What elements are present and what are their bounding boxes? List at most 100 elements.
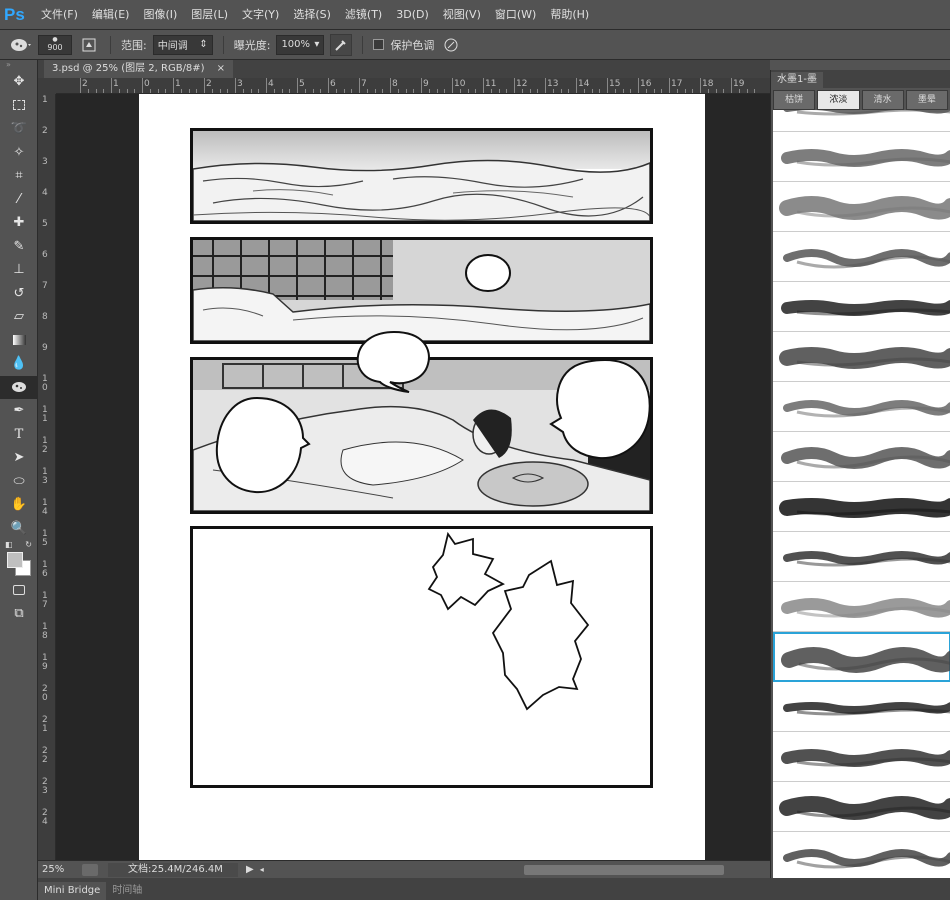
document-page bbox=[139, 94, 705, 860]
collapse-icon[interactable]: » bbox=[0, 60, 37, 70]
ruler-origin[interactable] bbox=[38, 78, 56, 94]
tab-mini-bridge[interactable]: Mini Bridge bbox=[38, 882, 107, 900]
brush-preset-7[interactable] bbox=[773, 432, 950, 482]
menu-image[interactable]: 图像(I) bbox=[136, 0, 184, 30]
blur-tool-icon[interactable]: 💧 bbox=[0, 352, 38, 376]
menu-file[interactable]: 文件(F) bbox=[34, 0, 85, 30]
menu-window[interactable]: 窗口(W) bbox=[488, 0, 543, 30]
ellipse-tool-icon[interactable]: ⬭ bbox=[0, 470, 38, 494]
zoom-level[interactable]: 25% bbox=[38, 864, 82, 875]
brush-preset-12[interactable] bbox=[773, 682, 950, 732]
swap-colors-icon[interactable]: ↻ bbox=[25, 540, 32, 550]
brush-preset-6[interactable] bbox=[773, 382, 950, 432]
brush-preset-3[interactable] bbox=[773, 232, 950, 282]
move-tool-icon[interactable]: ✥ bbox=[0, 70, 38, 94]
menu-layer[interactable]: 图层(L) bbox=[184, 0, 235, 30]
ruler-label: 24 bbox=[42, 808, 48, 827]
history-brush-tool-icon[interactable]: ↺ bbox=[0, 282, 38, 306]
menu-edit[interactable]: 编辑(E) bbox=[85, 0, 137, 30]
brush-preset-10[interactable] bbox=[773, 582, 950, 632]
eraser-tool-icon[interactable]: ▱ bbox=[0, 305, 38, 329]
ruler-label: 7 bbox=[361, 79, 367, 89]
magic-wand-tool-icon[interactable]: ✧ bbox=[0, 141, 38, 165]
default-colors-icon[interactable]: ◧ bbox=[5, 540, 13, 550]
ruler-label: 14 bbox=[42, 498, 48, 517]
brush-panel-toggle-icon[interactable] bbox=[78, 34, 100, 56]
type-tool-icon[interactable]: T bbox=[0, 423, 38, 447]
horizontal-scrollbar[interactable] bbox=[523, 864, 724, 875]
protect-tones-label: 保护色调 bbox=[390, 38, 435, 52]
burst-bubble-large bbox=[491, 559, 590, 711]
menu-select[interactable]: 选择(S) bbox=[286, 0, 338, 30]
ruler-tick bbox=[320, 89, 322, 93]
eyedropper-tool-icon[interactable]: ⁄ bbox=[0, 188, 38, 212]
status-menu-arrow-icon[interactable]: ▶ bbox=[246, 864, 254, 875]
panel-2-artwork bbox=[193, 240, 650, 341]
canvas-area[interactable] bbox=[56, 94, 770, 860]
brush-tab-1[interactable]: 浓淡 bbox=[817, 90, 860, 110]
crop-tool-icon[interactable]: ⌗ bbox=[0, 164, 38, 188]
range-select[interactable]: 中间调 ⇕ bbox=[152, 34, 213, 55]
scroll-left-icon[interactable]: ◂ bbox=[260, 865, 264, 874]
brush-tool-icon[interactable]: ✎ bbox=[0, 235, 38, 259]
quick-mask-icon[interactable] bbox=[0, 578, 38, 602]
pen-tool-icon[interactable]: ✒ bbox=[0, 399, 38, 423]
brush-size-picker[interactable]: ● 900 bbox=[38, 34, 72, 55]
ruler-tick bbox=[312, 89, 314, 93]
sponge-tool-preset-icon[interactable] bbox=[10, 34, 32, 56]
gradient-tool-icon[interactable] bbox=[0, 329, 38, 353]
brush-preset-4[interactable] bbox=[773, 282, 950, 332]
brush-preset-13[interactable] bbox=[773, 732, 950, 782]
ruler-label: 0 bbox=[144, 79, 150, 89]
pressure-size-icon[interactable] bbox=[440, 34, 462, 56]
lasso-tool-icon[interactable]: ➰ bbox=[0, 117, 38, 141]
hand-tool-icon[interactable]: ✋ bbox=[0, 493, 38, 517]
ruler-label: 14 bbox=[578, 79, 590, 89]
menu-view[interactable]: 视图(V) bbox=[436, 0, 488, 30]
ruler-tick bbox=[707, 89, 709, 93]
document-tab[interactable]: 3.psd @ 25% (图层 2, RGB/8#) × bbox=[44, 60, 233, 78]
status-info-icon[interactable] bbox=[82, 863, 98, 876]
clone-stamp-tool-icon[interactable]: ⊥ bbox=[0, 258, 38, 282]
ruler-label: 19 bbox=[42, 653, 48, 672]
brush-preset-14[interactable] bbox=[773, 782, 950, 832]
brush-preset-2[interactable] bbox=[773, 182, 950, 232]
ruler-tick bbox=[514, 78, 515, 93]
brush-preset-1[interactable] bbox=[773, 132, 950, 182]
menu-type[interactable]: 文字(Y) bbox=[235, 0, 286, 30]
ruler-tick bbox=[413, 89, 415, 93]
protect-tones-checkbox[interactable] bbox=[373, 39, 385, 50]
brush-tab-0[interactable]: 枯饼 bbox=[773, 90, 816, 110]
brush-preset-11[interactable] bbox=[773, 632, 950, 682]
range-label: 范围: bbox=[121, 38, 147, 52]
ruler-tick bbox=[630, 89, 632, 93]
brush-preset-15[interactable] bbox=[773, 832, 950, 878]
airbrush-icon[interactable] bbox=[330, 33, 353, 56]
updown-icon: ⇕ bbox=[199, 39, 208, 50]
tab-timeline[interactable]: 时间轴 bbox=[106, 882, 148, 900]
close-tab-icon[interactable]: × bbox=[217, 60, 225, 78]
ruler-tick bbox=[397, 89, 399, 93]
path-selection-tool-icon[interactable]: ➤ bbox=[0, 446, 38, 470]
brush-preset-0[interactable] bbox=[773, 110, 950, 132]
brush-tab-3[interactable]: 墨晕 bbox=[905, 90, 948, 110]
foreground-color-swatch[interactable] bbox=[7, 552, 23, 568]
brush-preset-5[interactable] bbox=[773, 332, 950, 382]
marquee-tool-icon[interactable] bbox=[0, 94, 38, 118]
exposure-input[interactable]: 100% ▾ bbox=[276, 34, 325, 55]
brush-panel-title[interactable]: 水墨1-墨 bbox=[771, 72, 823, 88]
menu-3d[interactable]: 3D(D) bbox=[389, 0, 436, 30]
ruler-tick bbox=[591, 89, 593, 93]
brush-tab-2[interactable]: 清水 bbox=[861, 90, 904, 110]
sponge-tool-icon[interactable] bbox=[0, 375, 38, 399]
healing-brush-tool-icon[interactable]: ✚ bbox=[0, 211, 38, 235]
menu-help[interactable]: 帮助(H) bbox=[543, 0, 596, 30]
brush-preset-8[interactable] bbox=[773, 482, 950, 532]
ruler-tick bbox=[669, 78, 670, 93]
zoom-tool-icon[interactable]: 🔍 bbox=[0, 517, 38, 541]
screen-mode-icon[interactable]: ⧉ bbox=[0, 602, 38, 626]
menu-filter[interactable]: 滤镜(T) bbox=[338, 0, 389, 30]
brush-preset-9[interactable] bbox=[773, 532, 950, 582]
chevron-down-icon[interactable]: ▾ bbox=[314, 39, 319, 50]
range-value: 中间调 bbox=[157, 41, 188, 52]
